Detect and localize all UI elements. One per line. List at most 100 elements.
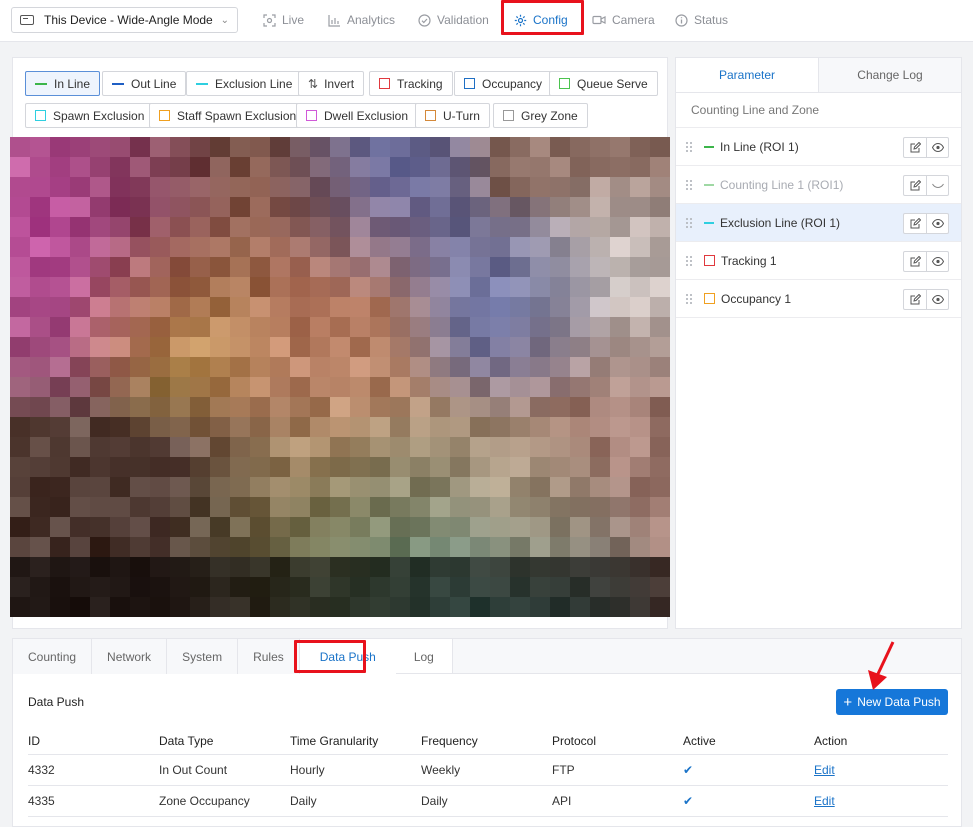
tab-counting[interactable]: Counting — [13, 639, 93, 674]
camera-pixel — [370, 537, 390, 557]
camera-pixel — [630, 337, 650, 357]
drag-handle-icon[interactable] — [685, 217, 692, 228]
edit-link[interactable]: Edit — [814, 763, 835, 777]
camera-pixel — [330, 217, 350, 237]
camera-pixel — [50, 277, 70, 297]
camera-pixel — [230, 277, 250, 297]
camera-pixel — [510, 377, 530, 397]
line-swatch — [196, 82, 208, 85]
camera-pixel — [90, 457, 110, 477]
roi-item-occupancy[interactable]: Occupancy 1 — [676, 280, 961, 318]
drag-handle-icon[interactable] — [685, 293, 692, 304]
edit-icon[interactable] — [904, 176, 926, 195]
tool-in-line[interactable]: In Line — [25, 71, 101, 96]
eye-icon[interactable] — [926, 252, 948, 271]
camera-pixel — [170, 197, 190, 217]
eye-icon[interactable] — [926, 290, 948, 309]
tool-exclusion-line[interactable]: Exclusion Line — [186, 71, 303, 96]
camera-pixel — [450, 217, 470, 237]
tool-staff-spawn-exclusion[interactable]: Staff Spawn Exclusion — [149, 103, 307, 128]
camera-pixel — [350, 397, 370, 417]
camera-pixel — [150, 197, 170, 217]
camera-pixel — [310, 597, 330, 617]
tool-queue-serve[interactable]: Queue Serve — [549, 71, 658, 96]
tab-change-log[interactable]: Change Log — [819, 58, 961, 92]
camera-pixel — [170, 257, 190, 277]
tool-dwell-exclusion[interactable]: Dwell Exclusion — [296, 103, 419, 128]
camera-pixel — [510, 577, 530, 597]
tab-network[interactable]: Network — [92, 639, 168, 674]
camera-view[interactable] — [10, 137, 670, 617]
camera-pixel — [470, 137, 490, 157]
camera-pixel — [130, 297, 150, 317]
nav-tab-live[interactable]: Live — [263, 6, 304, 34]
nav-tab-validation[interactable]: Validation — [418, 6, 489, 34]
camera-pixel — [210, 237, 230, 257]
camera-pixel — [170, 497, 190, 517]
camera-pixel — [650, 437, 670, 457]
tab-system[interactable]: System — [167, 639, 239, 674]
edit-icon[interactable] — [904, 252, 926, 271]
camera-pixel — [310, 217, 330, 237]
camera-pixel — [170, 477, 190, 497]
tool-spawn-exclusion[interactable]: Spawn Exclusion — [25, 103, 155, 128]
camera-pixel — [130, 277, 150, 297]
camera-pixel — [650, 497, 670, 517]
nav-tab-config[interactable]: Config — [514, 6, 568, 34]
tool-grey-zone[interactable]: Grey Zone — [493, 103, 588, 128]
edit-icon[interactable] — [904, 138, 926, 157]
tab-log[interactable]: Log — [396, 639, 452, 674]
tab-parameter[interactable]: Parameter — [676, 58, 819, 92]
camera-pixel — [110, 517, 130, 537]
tab-data-push[interactable]: Data Push — [299, 639, 396, 674]
zone-swatch — [704, 255, 715, 266]
tab-rules[interactable]: Rules — [238, 639, 300, 674]
camera-pixel — [250, 397, 270, 417]
camera-pixel — [110, 317, 130, 337]
drag-handle-icon[interactable] — [685, 255, 692, 266]
camera-pixel — [390, 137, 410, 157]
camera-pixel — [410, 157, 430, 177]
drag-handle-icon[interactable] — [685, 141, 692, 152]
camera-pixel — [50, 237, 70, 257]
nav-tab-label: Camera — [612, 13, 655, 27]
roi-item-tracking[interactable]: Tracking 1 — [676, 242, 961, 280]
nav-tab-status[interactable]: Status — [675, 6, 728, 34]
camera-pixel — [250, 297, 270, 317]
roi-item-counting-line[interactable]: Counting Line 1 (ROI1) — [676, 166, 961, 204]
tool-occupancy[interactable]: Occupancy — [454, 71, 553, 96]
tool-invert[interactable]: ⇅ Invert — [298, 71, 365, 96]
camera-pixel — [90, 177, 110, 197]
edit-icon[interactable] — [904, 290, 926, 309]
camera-pixel — [430, 557, 450, 577]
eye-icon[interactable] — [926, 138, 948, 157]
device-selector[interactable]: This Device - Wide-Angle Mode ⌄ — [11, 7, 238, 33]
cell-data-type: Zone Occupancy — [159, 785, 290, 817]
camera-pixel — [110, 417, 130, 437]
nav-tab-analytics[interactable]: Analytics — [328, 6, 395, 34]
eye-closed-icon[interactable] — [926, 176, 948, 195]
camera-pixel — [390, 437, 410, 457]
camera-pixel — [630, 177, 650, 197]
camera-pixel — [270, 317, 290, 337]
camera-pixel — [190, 137, 210, 157]
camera-pixel — [190, 217, 210, 237]
camera-pixel — [370, 377, 390, 397]
camera-pixel — [610, 217, 630, 237]
tool-u-turn[interactable]: U-Turn — [415, 103, 490, 128]
edit-icon[interactable] — [904, 214, 926, 233]
drag-handle-icon[interactable] — [685, 179, 692, 190]
tool-tracking[interactable]: Tracking — [369, 71, 453, 96]
camera-pixel — [130, 137, 150, 157]
new-data-push-button[interactable]: + New Data Push — [836, 689, 948, 715]
camera-pixel — [490, 577, 510, 597]
nav-tab-camera[interactable]: Camera — [592, 6, 655, 34]
tool-out-line[interactable]: Out Line — [102, 71, 187, 96]
camera-pixel — [650, 537, 670, 557]
roi-item-in-line[interactable]: In Line (ROI 1) — [676, 128, 961, 166]
eye-icon[interactable] — [926, 214, 948, 233]
tool-label: Spawn Exclusion — [53, 108, 145, 123]
roi-item-exclusion-line[interactable]: Exclusion Line (ROI 1) — [676, 204, 961, 242]
camera-pixel — [10, 137, 30, 157]
edit-link[interactable]: Edit — [814, 794, 835, 808]
